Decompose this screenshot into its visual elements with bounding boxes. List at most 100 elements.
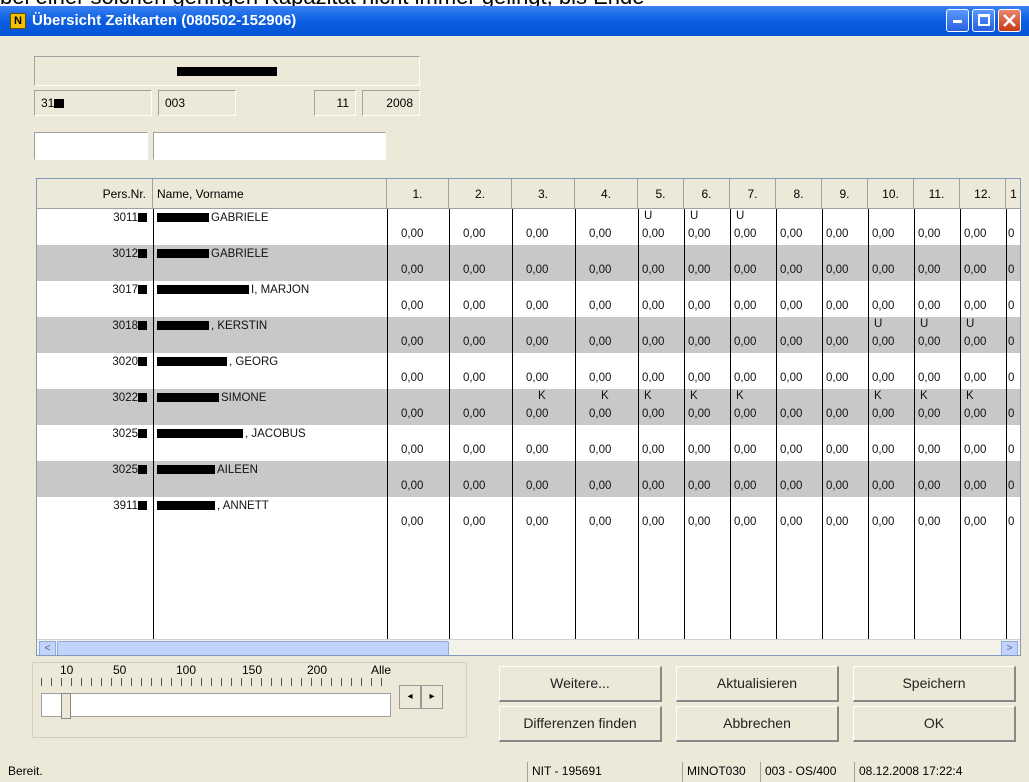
cell-day-value[interactable]: 0,00 <box>638 245 684 281</box>
cell-name[interactable]: I, MARJON <box>153 281 387 317</box>
cell-day-value[interactable]: K 0,00 <box>638 389 684 425</box>
cell-name[interactable]: , KERSTIN <box>153 317 387 353</box>
col-header-day[interactable]: 10. <box>868 179 914 209</box>
table-row[interactable]: 3025 AILEEN 0,00 0,00 0,00 0,00 0,00 0,00 0,00 0,… <box>37 461 1020 497</box>
col-header-day[interactable]: 2. <box>449 179 512 209</box>
abbrechen-button[interactable]: Abbrechen <box>676 706 839 742</box>
cell-day-value[interactable]: 0,00 <box>868 281 914 317</box>
cell-day-value-partial[interactable]: 0 <box>1006 281 1020 317</box>
cell-day-value[interactable]: 0,00 <box>638 317 684 353</box>
cell-day-value[interactable]: 0,00 <box>449 461 512 497</box>
cell-day-value[interactable]: 0,00 <box>575 497 638 533</box>
cell-day-value[interactable]: 0,00 <box>730 281 776 317</box>
cell-day-value[interactable]: 0,00 <box>914 425 960 461</box>
cell-day-value[interactable]: 0,00 <box>960 461 1006 497</box>
col-header-day[interactable]: 11. <box>914 179 960 209</box>
cell-day-value[interactable]: 0,00 <box>960 209 1006 245</box>
cell-day-value[interactable]: 0,00 <box>575 353 638 389</box>
cell-day-value[interactable]: 0,00 <box>822 353 868 389</box>
cell-day-value[interactable]: K 0,00 <box>575 389 638 425</box>
cell-day-value[interactable]: 0,00 <box>387 245 449 281</box>
table-row[interactable]: 3018 , KERSTIN 0,00 0,00 0,00 0,00 0,00 0,00 0,0… <box>37 317 1020 353</box>
cell-day-value[interactable]: 0,00 <box>776 317 822 353</box>
col-header-pers-nr[interactable]: Pers.Nr. <box>37 179 153 209</box>
table-row[interactable]: 3017 I, MARJON 0,00 0,00 0,00 0,00 0,00 0,00 0,0… <box>37 281 1020 317</box>
col-header-day[interactable]: 3. <box>512 179 575 209</box>
cell-day-value[interactable]: 0,00 <box>512 281 575 317</box>
cell-day-value-partial[interactable]: 0 <box>1006 425 1020 461</box>
cell-day-value[interactable]: 0,00 <box>638 425 684 461</box>
slider-thumb[interactable] <box>61 693 71 719</box>
cell-day-value[interactable]: 0,00 <box>638 461 684 497</box>
filter-input-1[interactable] <box>34 132 148 160</box>
col-header-day[interactable]: 1. <box>387 179 449 209</box>
cell-day-value[interactable]: 0,00 <box>914 497 960 533</box>
filter-input-2[interactable] <box>153 132 386 160</box>
table-row[interactable]: 3012 GABRIELE 0,00 0,00 0,00 0,00 0,00 0,00 0,00… <box>37 245 1020 281</box>
cell-day-value[interactable]: U 0,00 <box>868 317 914 353</box>
cell-day-value-partial[interactable]: 0 <box>1006 353 1020 389</box>
cell-day-value[interactable]: 0,00 <box>822 461 868 497</box>
cell-day-value[interactable]: 0,00 <box>575 209 638 245</box>
cell-day-value-partial[interactable]: 0 <box>1006 317 1020 353</box>
cell-day-value-partial[interactable]: 0 <box>1006 209 1020 245</box>
cell-day-value[interactable]: 0,00 <box>638 281 684 317</box>
cell-day-value[interactable]: 0,00 <box>449 353 512 389</box>
cell-name[interactable]: , JACOBUS <box>153 425 387 461</box>
cell-day-value[interactable]: 0,00 <box>638 497 684 533</box>
cell-day-value[interactable]: 0,00 <box>776 497 822 533</box>
cell-day-value[interactable]: U 0,00 <box>914 317 960 353</box>
ok-button[interactable]: OK <box>853 706 1016 742</box>
cell-day-value[interactable]: 0,00 <box>730 461 776 497</box>
cell-day-value[interactable]: 0,00 <box>868 245 914 281</box>
cell-day-value[interactable]: 0,00 <box>387 389 449 425</box>
cell-pers-nr[interactable]: 3017 <box>37 281 153 317</box>
cell-day-value[interactable]: 0,00 <box>387 353 449 389</box>
cell-day-value[interactable]: 0,00 <box>449 209 512 245</box>
cell-day-value[interactable]: 0,00 <box>960 245 1006 281</box>
cell-day-value[interactable]: 0,00 <box>575 245 638 281</box>
table-row[interactable]: 3020 , GEORG 0,00 0,00 0,00 0,00 0,00 0,00 0,00 0… <box>37 353 1020 389</box>
cell-day-value[interactable]: 0,00 <box>575 461 638 497</box>
cell-name[interactable]: , GEORG <box>153 353 387 389</box>
cell-day-value[interactable]: 0,00 <box>449 497 512 533</box>
cell-name[interactable]: , ANNETT <box>153 497 387 533</box>
cell-day-value[interactable]: 0,00 <box>868 497 914 533</box>
cell-day-value[interactable]: 0,00 <box>776 425 822 461</box>
table-row[interactable]: 3025 , JACOBUS 0,00 0,00 0,00 0,00 0,00 0,00 0,0… <box>37 425 1020 461</box>
cell-day-value[interactable]: 0,00 <box>512 461 575 497</box>
cell-day-value[interactable]: 0,00 <box>449 425 512 461</box>
cell-day-value[interactable]: 0,00 <box>868 353 914 389</box>
cell-day-value[interactable]: 0,00 <box>914 461 960 497</box>
col-header-day[interactable]: 1 <box>1006 179 1020 209</box>
cell-day-value[interactable]: 0,00 <box>684 317 730 353</box>
cell-pers-nr[interactable]: 3018 <box>37 317 153 353</box>
scroll-left-arrow[interactable]: < <box>39 641 56 655</box>
cell-day-value[interactable]: 0,00 <box>387 497 449 533</box>
cell-day-value[interactable]: 0,00 <box>960 425 1006 461</box>
cell-day-value[interactable]: U 0,00 <box>638 209 684 245</box>
cell-day-value[interactable]: 0,00 <box>776 245 822 281</box>
cell-day-value[interactable]: 0,00 <box>387 461 449 497</box>
col-header-day[interactable]: 9. <box>822 179 868 209</box>
cell-day-value[interactable]: 0,00 <box>449 281 512 317</box>
title-bar[interactable]: N Übersicht Zeitkarten (080502-152906) <box>0 6 1029 36</box>
cell-pers-nr[interactable]: 3025 <box>37 425 153 461</box>
cell-day-value-partial[interactable]: 0 <box>1006 497 1020 533</box>
cell-day-value[interactable]: 0,00 <box>776 461 822 497</box>
col-header-day[interactable]: 12. <box>960 179 1006 209</box>
cell-day-value[interactable]: 0,00 <box>512 353 575 389</box>
cell-day-value[interactable]: 0,00 <box>776 209 822 245</box>
cell-day-value[interactable]: 0,00 <box>638 353 684 389</box>
cell-day-value[interactable]: 0,00 <box>730 245 776 281</box>
cell-day-value-partial[interactable]: 0 <box>1006 245 1020 281</box>
cell-name[interactable]: GABRIELE <box>153 245 387 281</box>
cell-pers-nr[interactable]: 3911 <box>37 497 153 533</box>
zeitkarten-grid[interactable]: Pers.Nr. Name, Vorname 1. 2. 3. 4. 5. 6. 7. 8. 9… <box>36 178 1021 656</box>
cell-day-value[interactable]: 0,00 <box>730 497 776 533</box>
cell-day-value[interactable]: 0,00 <box>822 281 868 317</box>
aktualisieren-button[interactable]: Aktualisieren <box>676 666 839 702</box>
cell-name[interactable]: AILEEN <box>153 461 387 497</box>
slider-track[interactable] <box>41 693 391 717</box>
cell-day-value[interactable]: 0,00 <box>684 461 730 497</box>
